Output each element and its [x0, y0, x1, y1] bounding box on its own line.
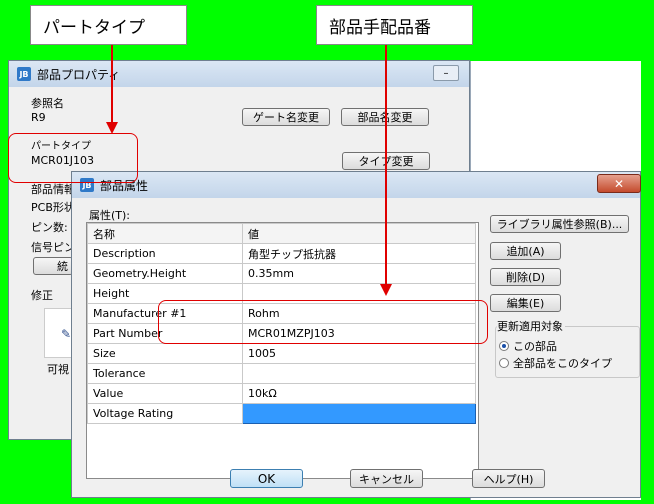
table-row[interactable]: Tolerance [87, 363, 476, 384]
attr-value[interactable]: 1005 [242, 343, 476, 364]
attr-value[interactable]: 0.35mm [242, 263, 476, 284]
attributes-table-frame: 名称 値 Description 角型チップ抵抗器 Geometry.Heigh… [86, 222, 479, 479]
callout-part-type: パートタイプ [30, 5, 187, 45]
app-icon: JB [17, 67, 31, 81]
signal-pin-label: 信号ピン [31, 241, 75, 254]
scope-label: 更新適用対象 [497, 318, 565, 334]
table-row[interactable]: Size 1005 [87, 343, 476, 364]
callout-part-number-text: 部品手配品番 [329, 17, 431, 38]
attr-name: Size [87, 343, 243, 364]
add-button[interactable]: 追加(A) [490, 242, 561, 260]
edit-icon: ✎ [61, 327, 72, 341]
part-properties-titlebar: JB 部品プロパティ [9, 61, 469, 87]
ref-name-value: R9 [31, 111, 46, 124]
minimize-icon[interactable]: – [433, 65, 459, 81]
help-button[interactable]: ヘルプ(H) [472, 469, 545, 488]
attr-name: Voltage Rating [87, 403, 243, 424]
visible-label: 可視 [47, 363, 69, 376]
table-row[interactable]: Value 10kΩ [87, 383, 476, 404]
part-info-label: 部品情報 [31, 183, 75, 196]
attr-value[interactable] [242, 363, 476, 384]
part-rename-button[interactable]: 部品名変更 [341, 108, 429, 126]
scope-option-this-part[interactable]: この部品 [499, 338, 557, 354]
stats-button[interactable]: 統 [33, 257, 73, 275]
part-number-highlight [158, 300, 488, 344]
attr-name: Description [87, 243, 243, 264]
callout-part-number: 部品手配品番 [316, 5, 473, 45]
column-header-value: 値 [242, 223, 476, 244]
scope-option-label: この部品 [513, 340, 557, 353]
ok-button[interactable]: OK [230, 469, 303, 488]
table-row[interactable]: Description 角型チップ抵抗器 [87, 243, 476, 264]
pin-count-label: ピン数: [31, 221, 68, 234]
attr-value-selected[interactable] [242, 403, 476, 424]
radio-unselected-icon[interactable] [499, 358, 509, 368]
modify-label: 修正 [31, 289, 53, 302]
type-change-button[interactable]: タイプ変更 [342, 152, 430, 170]
table-header-row: 名称 値 [87, 223, 476, 244]
attr-name: Value [87, 383, 243, 404]
pcb-shape-label: PCB形状 [31, 201, 75, 214]
part-properties-title: 部品プロパティ [37, 67, 121, 82]
scope-option-label: 全部品をこのタイプ [513, 357, 612, 370]
part-attributes-titlebar: JB 部品属性 [72, 172, 640, 198]
delete-button[interactable]: 削除(D) [490, 268, 561, 286]
gate-rename-button[interactable]: ゲート名変更 [242, 108, 330, 126]
ref-name-label: 参照名 [31, 97, 64, 110]
attr-name: Geometry.Height [87, 263, 243, 284]
attr-name: Tolerance [87, 363, 243, 384]
close-icon[interactable]: ✕ [597, 174, 641, 193]
library-attr-button[interactable]: ライブラリ属性参照(B)... [490, 215, 629, 233]
attr-value[interactable]: 10kΩ [242, 383, 476, 404]
edit-button[interactable]: 編集(E) [490, 294, 561, 312]
cancel-button[interactable]: キャンセル [350, 469, 423, 488]
callout-part-type-text: パートタイプ [43, 17, 145, 38]
part-type-highlight [8, 133, 138, 183]
table-row[interactable]: Geometry.Height 0.35mm [87, 263, 476, 284]
scope-option-all-parts[interactable]: 全部品をこのタイプ [499, 355, 612, 371]
radio-selected-icon[interactable] [499, 341, 509, 351]
column-header-name: 名称 [87, 223, 243, 244]
attr-value[interactable]: 角型チップ抵抗器 [242, 243, 476, 264]
attributes-label: 属性(T): [89, 209, 131, 222]
table-row[interactable]: Voltage Rating [87, 403, 476, 424]
